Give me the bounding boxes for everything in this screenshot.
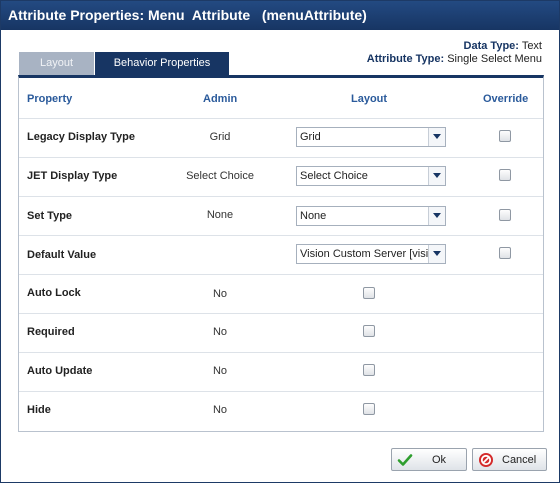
data-type-value: Text [521, 40, 542, 52]
cancel-icon [479, 453, 493, 467]
admin-value: None [206, 209, 234, 221]
select-value: Select Choice [300, 170, 368, 182]
jet-display-type-select[interactable]: Select Choice [296, 166, 446, 186]
layout-checkbox[interactable] [363, 325, 375, 337]
admin-value: Grid [209, 131, 231, 143]
cancel-button-label: Cancel [502, 454, 537, 466]
data-type-label: Data Type: [463, 40, 519, 52]
override-checkbox[interactable] [499, 169, 511, 181]
table-row: Hide No [19, 392, 543, 430]
chevron-down-icon [428, 207, 445, 225]
property-name: Set Type [27, 210, 73, 222]
attribute-type-label: Attribute Type: [366, 53, 445, 65]
table-row: Legacy Display Type Grid Grid [19, 119, 543, 158]
property-name: Legacy Display Type [27, 131, 136, 143]
default-value-select[interactable]: Vision Custom Server [vision] [296, 244, 446, 264]
property-name: Auto Update [27, 365, 93, 377]
column-header-override: Override [483, 93, 529, 105]
cancel-button[interactable]: Cancel [472, 448, 547, 471]
table-row: Required No [19, 314, 543, 353]
attribute-meta: Data Type: Text Attribute Type: Single S… [367, 40, 542, 66]
ok-button[interactable]: Ok [391, 448, 467, 471]
select-value: Vision Custom Server [vision] [300, 248, 428, 260]
column-header-admin: Admin [203, 93, 238, 105]
attribute-properties-dialog: Attribute Properties: Menu Attribute (me… [0, 0, 560, 483]
property-name: Hide [27, 404, 51, 416]
table-row: Auto Lock No [19, 275, 543, 314]
data-type-line: Data Type: Text [367, 40, 542, 53]
tab-behavior-properties[interactable]: Behavior Properties [95, 52, 229, 75]
set-type-select[interactable]: None [296, 206, 446, 226]
legacy-display-type-select[interactable]: Grid [296, 127, 446, 147]
table-header: Property Admin Layout Override [19, 78, 543, 119]
override-checkbox[interactable] [499, 247, 511, 259]
admin-value: No [212, 288, 228, 300]
property-name: JET Display Type [27, 170, 118, 182]
attribute-type-line: Attribute Type: Single Select Menu [367, 53, 542, 66]
column-header-property: Property [27, 93, 73, 105]
column-header-layout: Layout [351, 93, 388, 105]
behavior-properties-panel: Property Admin Layout Override Legacy Di… [18, 75, 544, 432]
property-name: Default Value [27, 249, 97, 261]
property-name: Required [27, 326, 75, 338]
table-row: JET Display Type Select Choice Select Ch… [19, 158, 543, 197]
table-row: Set Type None None [19, 197, 543, 236]
admin-value: No [212, 404, 228, 416]
layout-checkbox[interactable] [363, 364, 375, 376]
select-value: None [300, 210, 327, 222]
layout-checkbox[interactable] [363, 403, 375, 415]
chevron-down-icon [428, 128, 445, 146]
attribute-type-value: Single Select Menu [447, 53, 542, 65]
layout-checkbox[interactable] [363, 287, 375, 299]
table-row: Auto Update No [19, 353, 543, 392]
select-value: Grid [300, 131, 321, 143]
admin-value: Select Choice [186, 170, 254, 182]
chevron-down-icon [428, 245, 445, 263]
tab-layout[interactable]: Layout [19, 52, 94, 75]
checkmark-icon [397, 454, 413, 466]
chevron-down-icon [428, 167, 445, 185]
admin-value: No [212, 365, 228, 377]
override-checkbox[interactable] [499, 209, 511, 221]
override-checkbox[interactable] [499, 130, 511, 142]
property-name: Auto Lock [27, 287, 81, 299]
ok-button-label: Ok [432, 454, 447, 466]
dialog-title: Attribute Properties: Menu Attribute (me… [1, 1, 559, 30]
admin-value: No [212, 326, 228, 338]
table-row: Default Value Vision Custom Server [visi… [19, 236, 543, 275]
